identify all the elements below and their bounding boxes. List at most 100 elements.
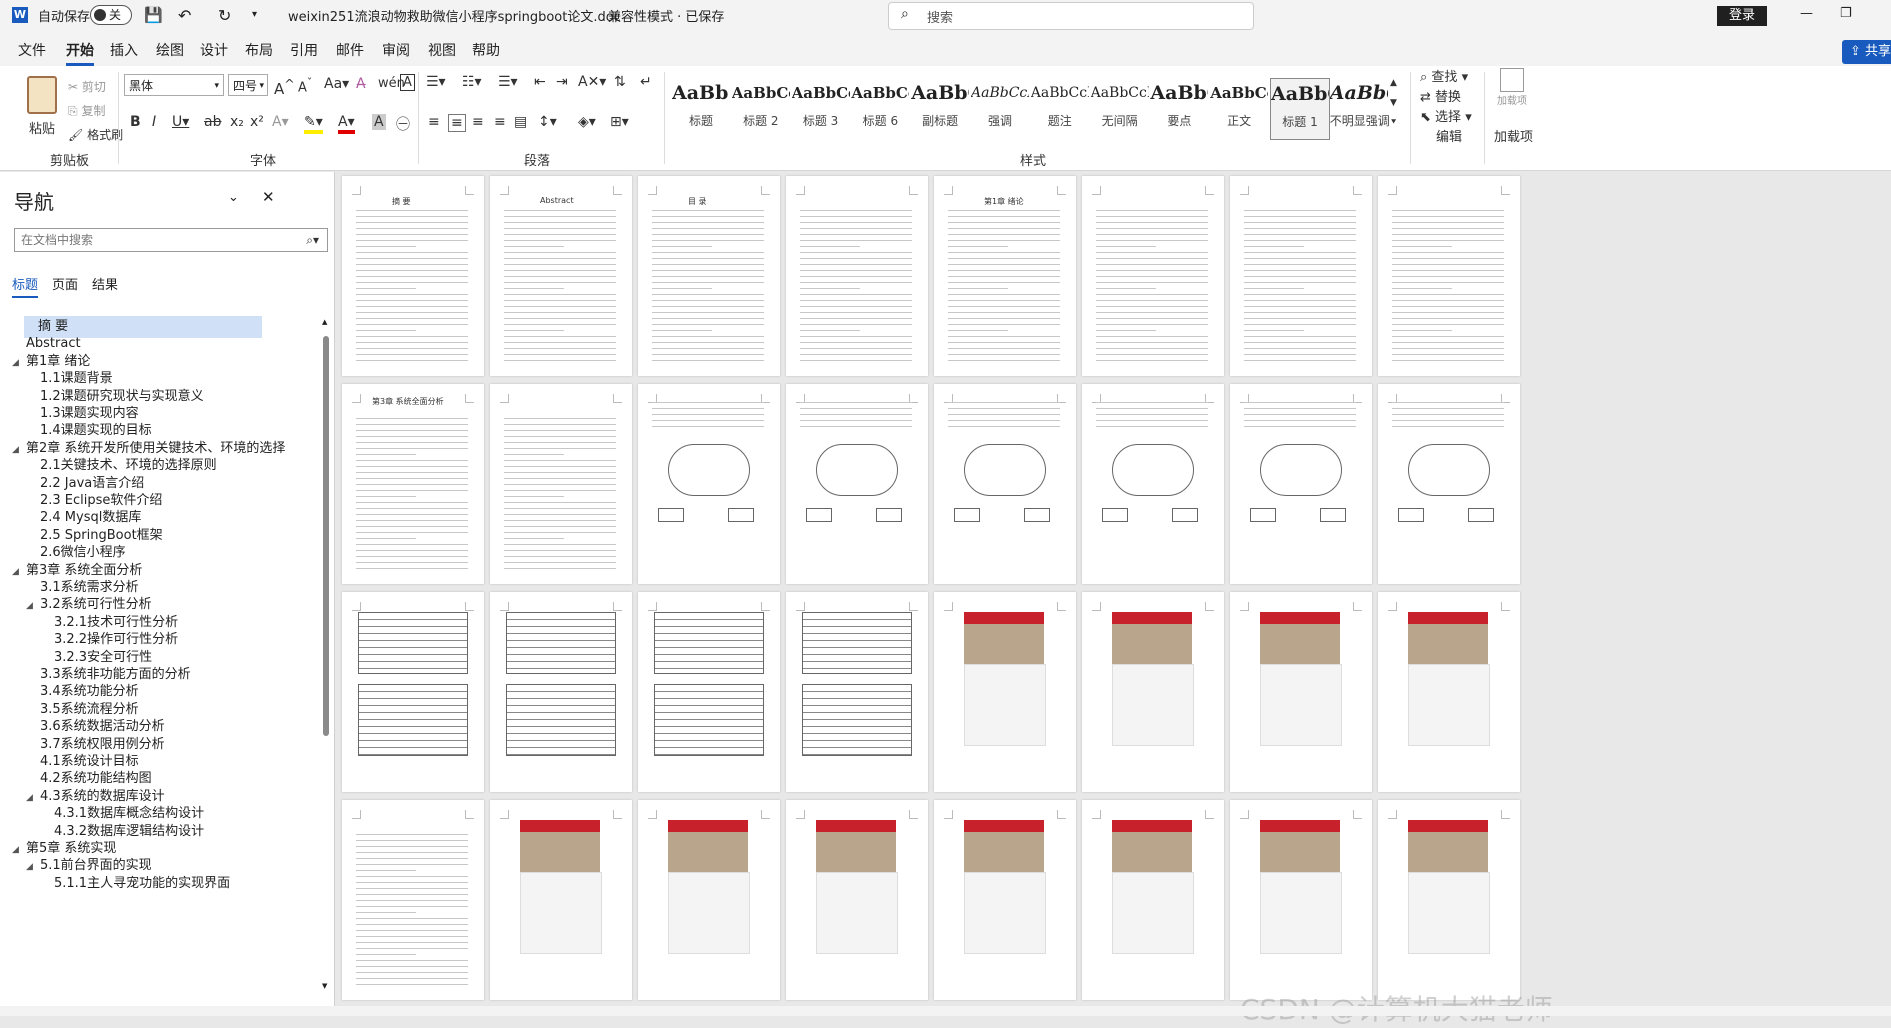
decrease-indent-button[interactable]: ⇤ [534, 74, 546, 90]
page-thumbnail[interactable] [1230, 800, 1372, 1000]
page-thumbnail[interactable] [786, 384, 928, 584]
page-thumbnail[interactable] [1082, 384, 1224, 584]
page-thumbnail[interactable] [342, 800, 484, 1000]
font-size-select[interactable]: 四号 ▾ [228, 74, 268, 96]
scroll-thumb[interactable] [323, 336, 329, 736]
italic-button[interactable]: I [152, 114, 156, 130]
font-color-button[interactable]: A▾ [338, 114, 355, 134]
show-marks-button[interactable]: ↵ [640, 74, 652, 90]
change-case-button[interactable]: Aa▾ [324, 76, 349, 92]
subscript-button[interactable]: x₂ [230, 114, 244, 130]
page-thumbnail[interactable] [1378, 176, 1520, 376]
tab-references[interactable]: 引用 [290, 40, 318, 60]
undo-icon[interactable]: ↶ [178, 6, 191, 25]
page-thumbnail[interactable] [934, 800, 1076, 1000]
distribute-button[interactable]: ▤ [514, 114, 527, 130]
styles-more-icon[interactable]: ⯆ [1390, 118, 1397, 128]
document-mode[interactable]: 兼容性模式 · 已保存 [608, 6, 724, 25]
underline-button[interactable]: U▾ [172, 114, 189, 130]
page-thumbnail[interactable] [1082, 800, 1224, 1000]
autosave-toggle[interactable]: 关 [90, 5, 132, 25]
page-thumbnail[interactable]: Abstract [490, 176, 632, 376]
expand-chevron-icon[interactable]: ◢ [12, 561, 26, 583]
find-button[interactable]: ⌕ 查找 ▾ [1420, 66, 1468, 85]
clear-format-icon[interactable]: A̶ [356, 76, 366, 92]
format-painter-button[interactable]: 🖌 格式刷 [68, 126, 123, 143]
page-thumbnail[interactable] [490, 384, 632, 584]
line-spacing-button[interactable]: ↕▾ [538, 114, 557, 130]
save-icon[interactable]: 💾 [144, 6, 163, 24]
multilevel-list-button[interactable]: ☰▾ [498, 74, 518, 90]
char-shading-icon[interactable]: A [372, 114, 386, 130]
style-item[interactable]: AaBbC 副标题 [911, 78, 969, 138]
redo-icon[interactable]: ↻ [218, 6, 231, 25]
increase-indent-button[interactable]: ⇥ [556, 74, 568, 90]
close-icon[interactable]: ✕ [262, 188, 275, 206]
scroll-up-icon[interactable]: ▲ [322, 318, 327, 326]
expand-chevron-icon[interactable]: ◢ [12, 839, 26, 861]
shading-button[interactable]: ◈▾ [578, 114, 596, 130]
style-item[interactable]: AaBb(标题 [672, 78, 730, 138]
style-item[interactable]: AaBbCcL 不明显强调 [1330, 78, 1390, 138]
document-area[interactable]: 摘 要 Abstract 目 录 第1章 绪论 第3章 系统全面分析 [336, 172, 1891, 1006]
asian-layout-button[interactable]: A✕▾ [578, 74, 606, 90]
align-left-button[interactable]: ≡ [428, 114, 440, 130]
style-item[interactable]: AaBbCcl 要点 [1150, 78, 1208, 138]
minimize-icon[interactable]: — [1800, 6, 1813, 21]
grow-font-button[interactable]: A^ [274, 76, 295, 98]
share-button[interactable]: ⇪ 共享 [1842, 40, 1891, 64]
page-thumbnail[interactable] [490, 592, 632, 792]
bold-button[interactable]: B [130, 114, 141, 130]
style-item[interactable]: AaBbCcI 标题 6 [851, 78, 909, 138]
expand-chevron-icon[interactable]: ◢ [26, 856, 40, 878]
expand-chevron-icon[interactable]: ◢ [26, 787, 40, 809]
styles-scroll-up-icon[interactable]: ▲ [1390, 78, 1397, 88]
page-thumbnail[interactable] [786, 592, 928, 792]
tab-file[interactable]: 文件 [18, 40, 46, 60]
tab-help[interactable]: 帮助 [472, 40, 500, 60]
expand-chevron-icon[interactable]: ◢ [12, 352, 26, 374]
tab-layout[interactable]: 布局 [245, 40, 273, 60]
bullets-button[interactable]: ☰▾ [426, 74, 446, 90]
restore-icon[interactable]: ❐ [1840, 6, 1852, 21]
nav-search-input[interactable]: 在文档中搜索 ⌕▾ [14, 228, 328, 252]
cut-button[interactable]: ✂ 剪切 [68, 78, 106, 95]
scroll-down-icon[interactable]: ▼ [322, 982, 327, 990]
login-button[interactable]: 登录 [1717, 6, 1767, 26]
highlight-button[interactable]: ✎▾ [304, 114, 323, 134]
page-thumbnail[interactable] [786, 176, 928, 376]
page-thumbnail[interactable] [1378, 384, 1520, 584]
page-thumbnail[interactable] [1230, 176, 1372, 376]
page-thumbnail[interactable]: 摘 要 [342, 176, 484, 376]
nav-heading-item[interactable]: 5.1.1主人寻宠功能的实现界面 [40, 873, 312, 895]
strikethrough-button[interactable]: ab [204, 114, 221, 130]
enclose-char-icon[interactable]: ㊀ [396, 114, 410, 134]
borders-button[interactable]: ⊞▾ [610, 114, 629, 130]
tab-draw[interactable]: 绘图 [156, 40, 184, 60]
page-thumbnail[interactable] [638, 384, 780, 584]
tab-view[interactable]: 视图 [428, 40, 456, 60]
chevron-down-icon[interactable]: ⌄ [228, 190, 239, 205]
style-item[interactable]: AaBbCcD 无间隔 [1091, 78, 1149, 138]
expand-chevron-icon[interactable]: ◢ [12, 439, 26, 461]
page-thumbnail[interactable]: 第3章 系统全面分析 [342, 384, 484, 584]
page-thumbnail[interactable] [786, 800, 928, 1000]
char-border-icon[interactable]: A [400, 74, 415, 91]
style-item[interactable]: AaBbCcI 标题 3 [792, 78, 850, 138]
page-thumbnail[interactable]: 第1章 绪论 [934, 176, 1076, 376]
tab-mailings[interactable]: 邮件 [336, 40, 364, 60]
replace-button[interactable]: ⇄ 替换 [1420, 86, 1461, 105]
nav-tab-headings[interactable]: 标题 [12, 274, 39, 298]
page-thumbnail[interactable] [1378, 592, 1520, 792]
text-effects-button[interactable]: A▾ [272, 114, 289, 130]
sort-button[interactable]: ⇅ [614, 74, 626, 90]
page-thumbnail[interactable] [1378, 800, 1520, 1000]
page-thumbnail[interactable] [1230, 384, 1372, 584]
nav-scrollbar[interactable]: ▲ ▼ [322, 318, 330, 998]
page-thumbnail[interactable] [934, 384, 1076, 584]
style-item[interactable]: AaBbCcD 题注 [1031, 78, 1089, 138]
paste-button[interactable]: 粘贴 [22, 76, 62, 137]
style-item[interactable]: AaBbCcI 正文 [1210, 78, 1268, 138]
tab-home[interactable]: 开始 [66, 40, 94, 66]
select-button[interactable]: ⬉ 选择 ▾ [1420, 106, 1472, 125]
